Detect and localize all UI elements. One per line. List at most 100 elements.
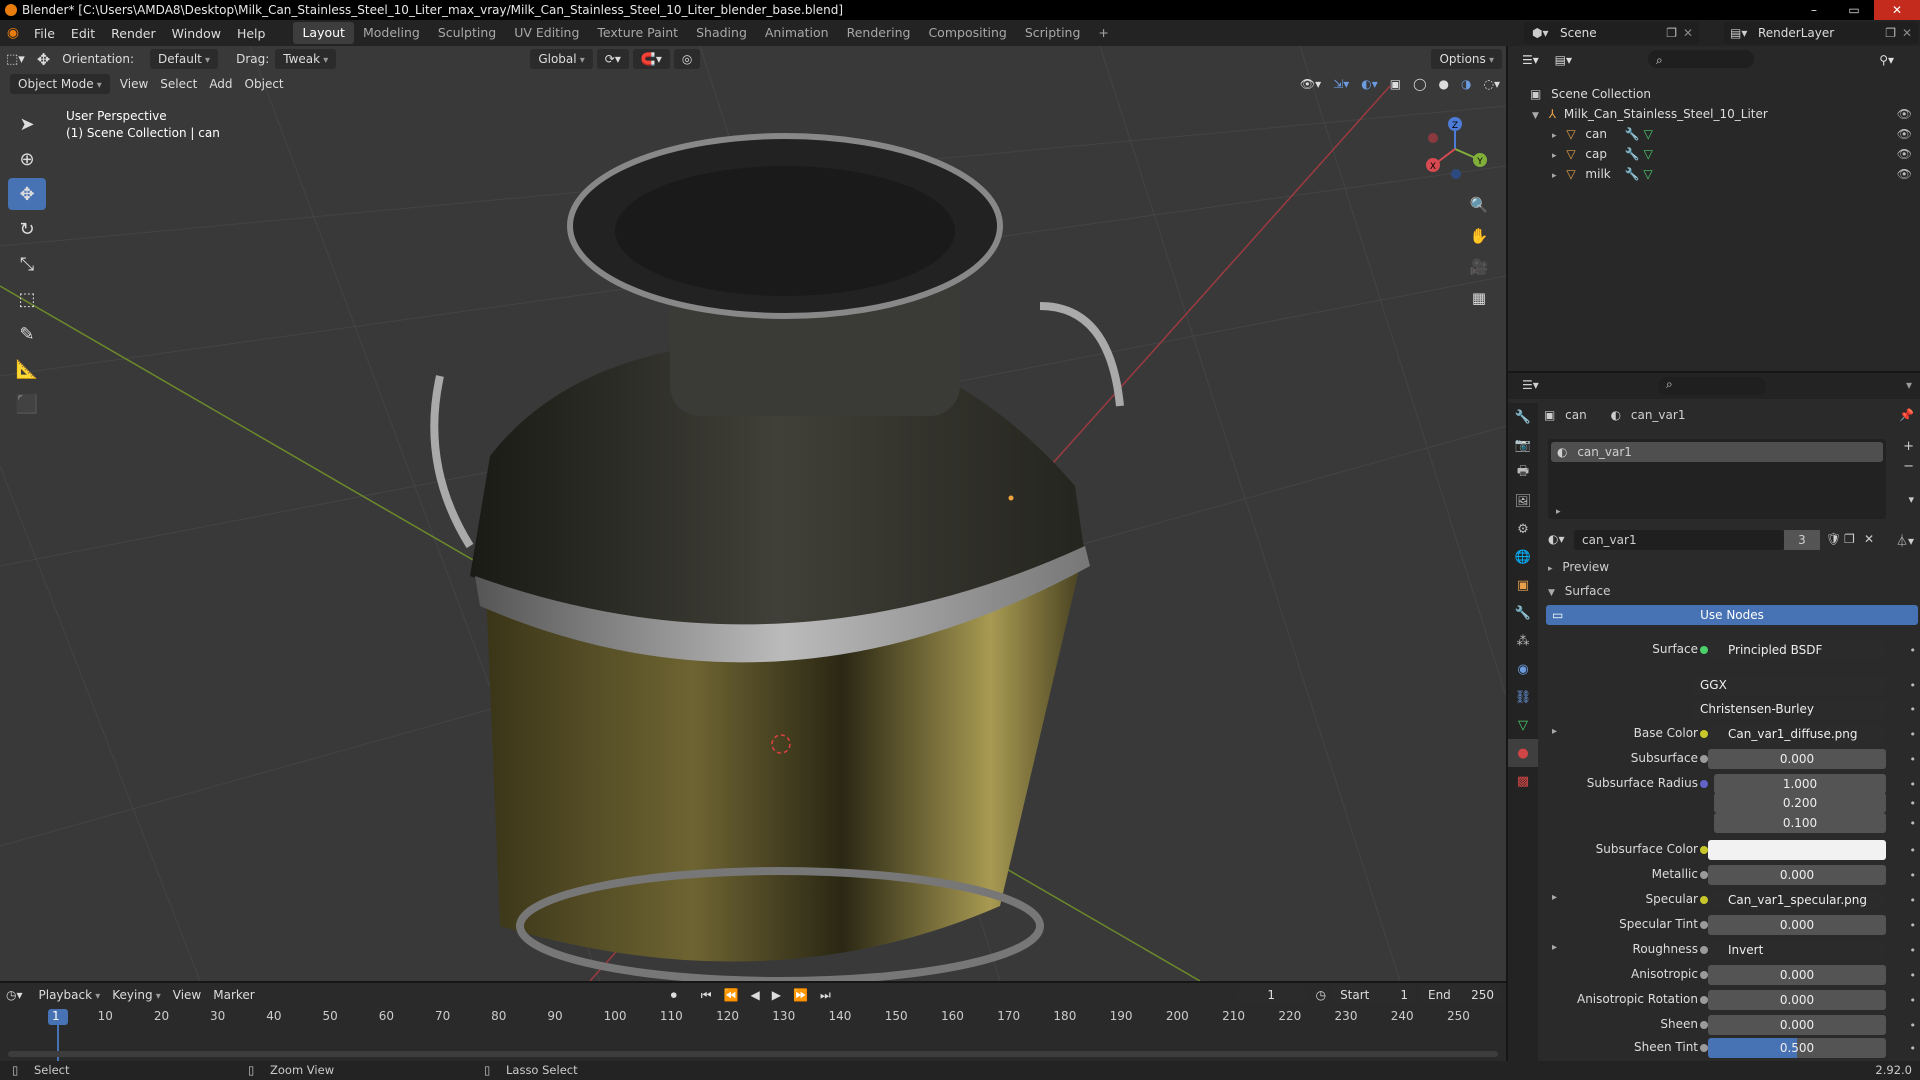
camera-view-icon[interactable]: 🎥 — [1466, 254, 1492, 280]
move-icon[interactable]: ✥ — [8, 178, 46, 210]
display-mode-icon[interactable]: ▤▾ — [1555, 53, 1572, 67]
outliner-scene-collection[interactable]: ▣ Scene Collection — [1508, 84, 1920, 104]
socket-icon[interactable] — [1700, 896, 1708, 904]
xray-icon[interactable]: ▣ — [1390, 77, 1401, 91]
number-field[interactable]: 1.000 — [1714, 774, 1886, 794]
socket-icon[interactable] — [1700, 1044, 1708, 1052]
socket-icon[interactable] — [1700, 780, 1708, 788]
solid-shading-icon[interactable]: ● — [1439, 77, 1449, 91]
keyframe-dot-icon[interactable]: • — [1910, 894, 1917, 907]
object-tab-icon[interactable]: ▣ — [1508, 571, 1538, 599]
gizmo-toggle-icon[interactable]: ⇲▾ — [1333, 77, 1349, 91]
physics-tab-icon[interactable]: ◉ — [1508, 655, 1538, 683]
socket-icon[interactable] — [1700, 996, 1708, 1004]
keyframe-dot-icon[interactable]: • — [1910, 728, 1917, 741]
measure-icon[interactable]: 📐 — [8, 353, 46, 385]
orientation-dropdown[interactable]: Default — [150, 49, 219, 69]
menu-add[interactable]: Add — [209, 77, 232, 91]
properties-search-field[interactable]: ⌕ — [1658, 377, 1766, 395]
world-tab-icon[interactable]: 🌐 — [1508, 543, 1538, 571]
data-tab-icon[interactable]: ▽ — [1508, 711, 1538, 739]
tab-layout[interactable]: Layout — [293, 22, 354, 44]
keyframe-dot-icon[interactable]: • — [1910, 1019, 1917, 1032]
node-link-icon[interactable]: ⏃▾ — [1896, 532, 1914, 549]
delete-scene-icon[interactable]: ✕ — [1683, 22, 1693, 44]
tab-uv-editing[interactable]: UV Editing — [505, 22, 588, 44]
fake-user-icon[interactable]: 🛡 — [1826, 532, 1841, 546]
navigation-gizmo[interactable]: Z Y X — [1420, 114, 1490, 184]
add-slot-button[interactable]: + — [1903, 439, 1914, 454]
material-users-count[interactable]: 3 — [1784, 530, 1820, 550]
tab-sculpting[interactable]: Sculpting — [429, 22, 505, 44]
menu-file[interactable]: File — [26, 26, 63, 41]
socket-icon[interactable] — [1700, 946, 1708, 954]
socket-icon[interactable] — [1700, 1021, 1708, 1029]
tab-rendering[interactable]: Rendering — [838, 22, 920, 44]
surface-panel-header[interactable]: ▼ Surface — [1544, 581, 1914, 601]
material-browse-icon[interactable]: ◐▾ — [1548, 532, 1565, 546]
transform-orientation-dropdown[interactable]: Global — [530, 49, 593, 69]
expand-slot-icon[interactable]: ▸ — [1556, 507, 1561, 517]
socket-icon[interactable] — [1700, 846, 1708, 854]
linked-input-field[interactable]: Can_var1_diffuse.png — [1708, 724, 1886, 744]
close-button[interactable]: ✕ — [1874, 0, 1920, 20]
preview-panel-header[interactable]: ▸ Preview — [1544, 557, 1914, 577]
outliner-search-field[interactable]: ⌕ — [1648, 50, 1754, 68]
enum-dropdown[interactable]: Christensen-Burley — [1692, 699, 1886, 719]
number-field[interactable]: 0.200 — [1714, 793, 1886, 813]
pivot-point-icon[interactable]: ⟳▾ — [596, 49, 629, 69]
cursor-icon[interactable]: ⊕ — [8, 143, 46, 175]
material-name-field[interactable]: can_var1 — [1574, 530, 1784, 550]
socket-icon[interactable] — [1700, 921, 1708, 929]
menu-select[interactable]: Select — [160, 77, 197, 91]
color-swatch[interactable] — [1708, 840, 1886, 860]
visibility-eye-icon[interactable]: 👁 — [1897, 164, 1912, 184]
editor-type-icon[interactable]: ⬚▾ — [6, 52, 25, 67]
modifier-tab-icon[interactable]: 🔧 — [1508, 599, 1538, 627]
menu-help[interactable]: Help — [229, 26, 274, 41]
pin-icon[interactable]: 📌 — [1899, 405, 1914, 425]
menu-edit[interactable]: Edit — [63, 26, 103, 41]
pan-hand-icon[interactable]: ✋ — [1466, 223, 1492, 249]
socket-icon[interactable] — [1700, 971, 1708, 979]
delete-layer-icon[interactable]: ✕ — [1902, 22, 1912, 44]
tab-texture-paint[interactable]: Texture Paint — [588, 22, 687, 44]
visibility-eye-icon[interactable]: 👁 — [1897, 124, 1912, 144]
select-box-icon[interactable]: ➤ — [8, 108, 46, 140]
slot-menu-icon[interactable]: ▾ — [1908, 493, 1914, 506]
tab-animation[interactable]: Animation — [756, 22, 838, 44]
keyframe-dot-icon[interactable]: • — [1910, 869, 1917, 882]
filter-icon[interactable]: ⚲▾ — [1879, 50, 1894, 70]
keyframe-dot-icon[interactable]: • — [1910, 919, 1917, 932]
tab-scripting[interactable]: Scripting — [1016, 22, 1090, 44]
new-scene-icon[interactable]: ❐ — [1666, 22, 1677, 44]
socket-icon[interactable] — [1700, 871, 1708, 879]
keyframe-dot-icon[interactable]: • — [1910, 844, 1917, 857]
menu-window[interactable]: Window — [164, 26, 229, 41]
keyframe-dot-icon[interactable]: • — [1910, 778, 1917, 791]
transform-icon[interactable]: ⬚ — [8, 283, 46, 315]
annotate-icon[interactable]: ✎ — [8, 318, 46, 350]
number-field[interactable]: 0.000 — [1708, 990, 1886, 1010]
number-field[interactable]: 0.000 — [1708, 915, 1886, 935]
linked-input-field[interactable]: Invert — [1708, 940, 1886, 960]
keyframe-dot-icon[interactable]: • — [1910, 969, 1917, 982]
minimize-button[interactable]: – — [1794, 0, 1834, 20]
wireframe-shading-icon[interactable]: ◯ — [1413, 77, 1426, 91]
timeline-scrollbar[interactable] — [8, 1051, 1498, 1057]
number-field[interactable]: 0.000 — [1708, 1015, 1886, 1035]
drag-dropdown[interactable]: Tweak — [275, 49, 337, 69]
remove-slot-button[interactable]: − — [1903, 459, 1914, 474]
snap-icon[interactable]: 🧲▾ — [632, 49, 670, 69]
linked-input-field[interactable]: Principled BSDF — [1708, 640, 1886, 660]
expand-input-icon[interactable]: ▸ — [1552, 892, 1557, 903]
menu-view[interactable]: View — [120, 77, 148, 91]
visibility-icon[interactable]: 👁▾ — [1300, 77, 1321, 91]
material-slot[interactable]: ◐ can_var1 — [1551, 442, 1883, 462]
add-workspace-button[interactable]: + — [1089, 22, 1117, 44]
keyframe-dot-icon[interactable]: • — [1910, 1042, 1917, 1055]
visibility-eye-icon[interactable]: 👁 — [1897, 104, 1912, 124]
zoom-icon[interactable]: 🔍 — [1466, 192, 1492, 218]
tab-compositing[interactable]: Compositing — [919, 22, 1015, 44]
maximize-button[interactable]: ▭ — [1834, 0, 1874, 20]
